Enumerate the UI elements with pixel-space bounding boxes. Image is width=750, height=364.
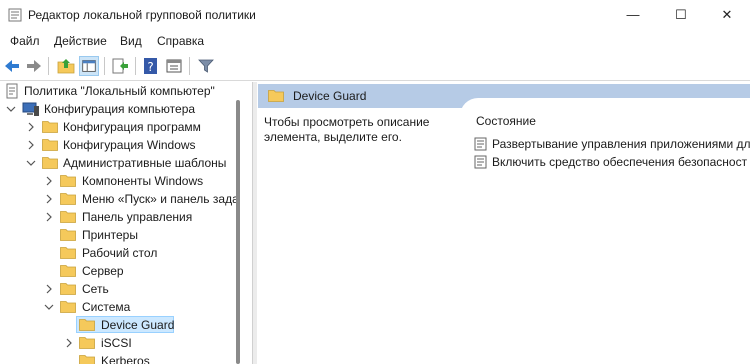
folder-icon xyxy=(60,265,76,277)
chevron-right-icon[interactable] xyxy=(26,118,36,136)
folder-icon xyxy=(79,355,95,364)
tree-label: Административные шаблоны xyxy=(63,156,227,170)
tree-item-desktop[interactable]: Рабочий стол xyxy=(0,244,248,262)
policy-setting-label: Включить средство обеспечения безопаснос… xyxy=(492,155,748,169)
menu-help[interactable]: Справка xyxy=(157,34,204,48)
menu-bar: Файл Действие Вид Справка xyxy=(0,31,750,51)
tree-item-control-panel[interactable]: Панель управления xyxy=(0,208,248,226)
tree-item-computer-config[interactable]: Конфигурация компьютера xyxy=(0,100,248,118)
toolbar-separator xyxy=(135,57,136,75)
folder-icon xyxy=(60,211,76,223)
tree-item-printers[interactable]: Принтеры xyxy=(0,226,248,244)
chevron-right-icon[interactable] xyxy=(44,280,54,298)
tree-label: Kerberos xyxy=(101,354,150,364)
window-title: Редактор локальной групповой политики xyxy=(28,8,256,22)
folder-icon xyxy=(42,139,58,151)
tree-item-iscsi[interactable]: iSCSI xyxy=(0,334,248,352)
policy-editor-icon xyxy=(8,8,22,22)
column-header-state[interactable]: Состояние xyxy=(476,114,536,128)
pane-splitter[interactable] xyxy=(252,82,257,364)
show-hide-tree-icon[interactable] xyxy=(79,56,99,76)
close-button[interactable]: ✕ xyxy=(704,0,750,30)
folder-icon xyxy=(60,283,76,295)
svg-text:?: ? xyxy=(147,60,153,74)
chevron-right-icon[interactable] xyxy=(26,136,36,154)
tree-item-start-menu[interactable]: Меню «Пуск» и панель зада xyxy=(0,190,248,208)
toolbar-separator xyxy=(189,57,190,75)
tree-label: Device Guard xyxy=(101,318,175,332)
tree-label: Сеть xyxy=(82,282,109,296)
tree-label: Конфигурация программ xyxy=(63,120,201,134)
export-list-icon[interactable] xyxy=(110,56,130,76)
minimize-button[interactable]: — xyxy=(610,0,656,30)
tree-item-windows-components[interactable]: Компоненты Windows xyxy=(0,172,248,190)
filter-icon[interactable] xyxy=(196,56,216,76)
tree-item-device-guard[interactable]: Device Guard xyxy=(0,316,248,334)
folder-icon xyxy=(79,337,95,349)
folder-icon xyxy=(60,175,76,187)
folder-icon xyxy=(60,229,76,241)
toolbar: ? xyxy=(0,54,750,78)
chevron-right-icon[interactable] xyxy=(44,190,54,208)
tree-label: iSCSI xyxy=(101,336,132,350)
maximize-button[interactable]: ☐ xyxy=(658,0,704,30)
computer-icon xyxy=(22,102,39,116)
policy-setting-icon xyxy=(474,137,487,151)
tree-label: Принтеры xyxy=(82,228,138,242)
menu-view[interactable]: Вид xyxy=(120,34,142,48)
tree-item-root[interactable]: Политика "Локальный компьютер" xyxy=(0,82,248,100)
tree-label: Конфигурация Windows xyxy=(63,138,196,152)
tree-label: Сервер xyxy=(82,264,124,278)
chevron-down-icon[interactable] xyxy=(6,100,16,118)
chevron-right-icon[interactable] xyxy=(44,172,54,190)
folder-icon xyxy=(42,121,58,133)
tree-item-system[interactable]: Система xyxy=(0,298,248,316)
chevron-down-icon[interactable] xyxy=(26,154,36,172)
toolbar-separator xyxy=(104,57,105,75)
folder-icon xyxy=(60,193,76,205)
tree-item-admin-templates[interactable]: Административные шаблоны xyxy=(0,154,248,172)
tree-scrollbar[interactable] xyxy=(236,100,240,364)
forward-icon[interactable] xyxy=(24,56,44,76)
menu-action[interactable]: Действие xyxy=(54,34,107,48)
back-icon[interactable] xyxy=(2,56,22,76)
title-bar: Редактор локальной групповой политики — … xyxy=(0,0,750,30)
policy-setting-icon xyxy=(474,155,487,169)
tree-label: Рабочий стол xyxy=(82,246,158,260)
policy-tree: Политика "Локальный компьютер" Конфигура… xyxy=(0,82,248,364)
tree-label: Панель управления xyxy=(82,210,193,224)
folder-icon xyxy=(60,247,76,259)
folder-open-icon xyxy=(60,301,76,313)
chevron-right-icon[interactable] xyxy=(64,334,74,352)
tree-label: Политика "Локальный компьютер" xyxy=(24,84,215,98)
details-header-title: Device Guard xyxy=(293,89,367,103)
help-icon[interactable]: ? xyxy=(141,56,161,76)
tree-label: Компоненты Windows xyxy=(82,174,204,188)
policy-document-icon xyxy=(6,83,18,99)
tree-label: Конфигурация компьютера xyxy=(44,102,196,116)
tree-item-network[interactable]: Сеть xyxy=(0,280,248,298)
chevron-right-icon[interactable] xyxy=(44,208,54,226)
folder-icon xyxy=(268,90,284,102)
menu-file[interactable]: Файл xyxy=(10,34,40,48)
toolbar-border xyxy=(0,80,750,81)
properties-icon[interactable] xyxy=(164,56,184,76)
toolbar-separator xyxy=(48,57,49,75)
tree-item-software-settings[interactable]: Конфигурация программ xyxy=(0,118,248,136)
folder-icon xyxy=(42,157,58,169)
up-folder-icon[interactable] xyxy=(56,56,76,76)
description-text: Чтобы просмотреть описание элемента, выд… xyxy=(264,115,430,144)
tree-item-server[interactable]: Сервер xyxy=(0,262,248,280)
tree-label: Система xyxy=(82,300,131,314)
folder-icon xyxy=(79,319,95,331)
tree-item-kerberos[interactable]: Kerberos xyxy=(0,352,248,364)
policy-setting-label: Развертывание управления приложениями дл… xyxy=(492,137,750,151)
tree-item-windows-settings[interactable]: Конфигурация Windows xyxy=(0,136,248,154)
chevron-down-icon[interactable] xyxy=(44,298,54,316)
tree-label: Меню «Пуск» и панель зада xyxy=(82,192,239,206)
